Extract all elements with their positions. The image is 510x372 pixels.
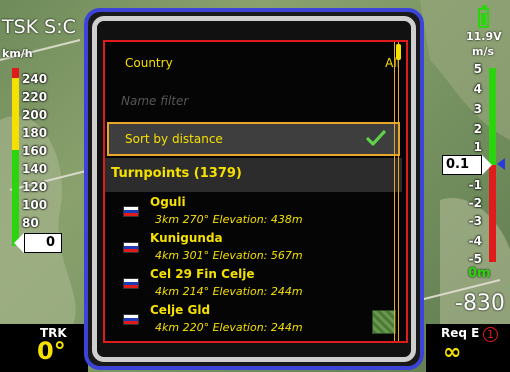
vario-tick: -5 bbox=[468, 252, 482, 266]
scroll-track bbox=[398, 42, 399, 341]
current-speed-box: 0 bbox=[14, 233, 62, 253]
current-vario-box: 0.1 bbox=[442, 155, 492, 175]
turnpoint-name: Oguli bbox=[150, 195, 186, 209]
vario-tick: 3 bbox=[473, 102, 482, 116]
battery-icon bbox=[478, 5, 489, 28]
speed-tick: 160 bbox=[22, 144, 48, 158]
turnpoint-item[interactable]: Cel 29 Fin Celje 4km 214° Elevation: 244… bbox=[105, 266, 402, 304]
vario-unit-label: m/s bbox=[472, 45, 495, 58]
vario-tick: -2 bbox=[468, 196, 482, 210]
turnpoint-name: Cel 29 Fin Celje bbox=[150, 267, 255, 281]
terrain-thumbnail bbox=[372, 310, 396, 334]
turnpoint-name: Kunigunda bbox=[150, 231, 223, 245]
turnpoint-item[interactable]: Oguli 3km 270° Elevation: 438m bbox=[105, 194, 402, 232]
battery-voltage: 11.9V bbox=[466, 30, 502, 43]
turnpoint-detail: 3km 270° Elevation: 438m bbox=[155, 213, 303, 226]
speed-color-bar bbox=[12, 68, 19, 246]
vario-tick: -3 bbox=[468, 214, 482, 228]
speed-unit-label: km/h bbox=[2, 47, 33, 60]
vario-tick: 2 bbox=[473, 122, 482, 136]
trk-value: 0° bbox=[37, 337, 66, 365]
speed-tick: 220 bbox=[22, 90, 48, 104]
turnpoint-item[interactable]: Kunigunda 4km 301° Elevation: 567m bbox=[105, 230, 402, 268]
turnpoint-name: Celje Gld bbox=[150, 303, 211, 317]
req-label: Req E bbox=[441, 326, 480, 340]
vario-tick: 4 bbox=[473, 82, 482, 96]
speed-tick: 80 bbox=[22, 216, 39, 230]
country-label: Country bbox=[125, 56, 173, 70]
speed-tick: 100 bbox=[22, 198, 48, 212]
turnpoint-detail: 4km 220° Elevation: 244m bbox=[155, 321, 303, 334]
turnpoints-section-header: Turnpoints (1379) bbox=[105, 158, 402, 192]
speed-tick: 120 bbox=[22, 180, 48, 194]
sort-label: Sort by distance bbox=[125, 132, 223, 146]
req-value: ∞ bbox=[443, 340, 462, 365]
vario-pointer-icon bbox=[497, 158, 505, 170]
speed-tick: 240 bbox=[22, 72, 48, 86]
slovenia-flag-icon bbox=[123, 206, 139, 217]
vario-tick: -4 bbox=[468, 234, 482, 248]
slovenia-flag-icon bbox=[123, 278, 139, 289]
list-scrollbar[interactable] bbox=[394, 42, 403, 341]
alert-badge[interactable]: 1 bbox=[483, 327, 498, 342]
vario-zero-label: 0m bbox=[468, 266, 491, 281]
name-filter-input[interactable] bbox=[121, 90, 391, 112]
slovenia-flag-icon bbox=[123, 242, 139, 253]
task-status-label: TSK S:C bbox=[2, 16, 76, 38]
checkmark-icon bbox=[366, 130, 386, 146]
turnpoint-select-panel: Country All Sort by distance Turnpoints … bbox=[103, 40, 408, 343]
turnpoint-detail: 4km 214° Elevation: 244m bbox=[155, 285, 303, 298]
speed-tick: 140 bbox=[22, 162, 48, 176]
turnpoint-item[interactable]: Celje Gld 4km 220° Elevation: 244m bbox=[105, 302, 402, 340]
vario-tick: 5 bbox=[473, 62, 482, 76]
vario-tick: -1 bbox=[468, 178, 482, 192]
speed-tick: 200 bbox=[22, 108, 48, 122]
section-title: Turnpoints (1379) bbox=[111, 166, 242, 181]
speed-tick: 180 bbox=[22, 126, 48, 140]
sort-by-distance-toggle[interactable]: Sort by distance bbox=[107, 122, 400, 156]
slovenia-flag-icon bbox=[123, 314, 139, 325]
vario-tick: 1 bbox=[473, 140, 482, 154]
altitude-value: -830 bbox=[455, 291, 505, 316]
scroll-thumb[interactable] bbox=[396, 44, 401, 60]
turnpoint-detail: 4km 301° Elevation: 567m bbox=[155, 249, 303, 262]
country-filter[interactable]: Country All bbox=[105, 54, 402, 74]
